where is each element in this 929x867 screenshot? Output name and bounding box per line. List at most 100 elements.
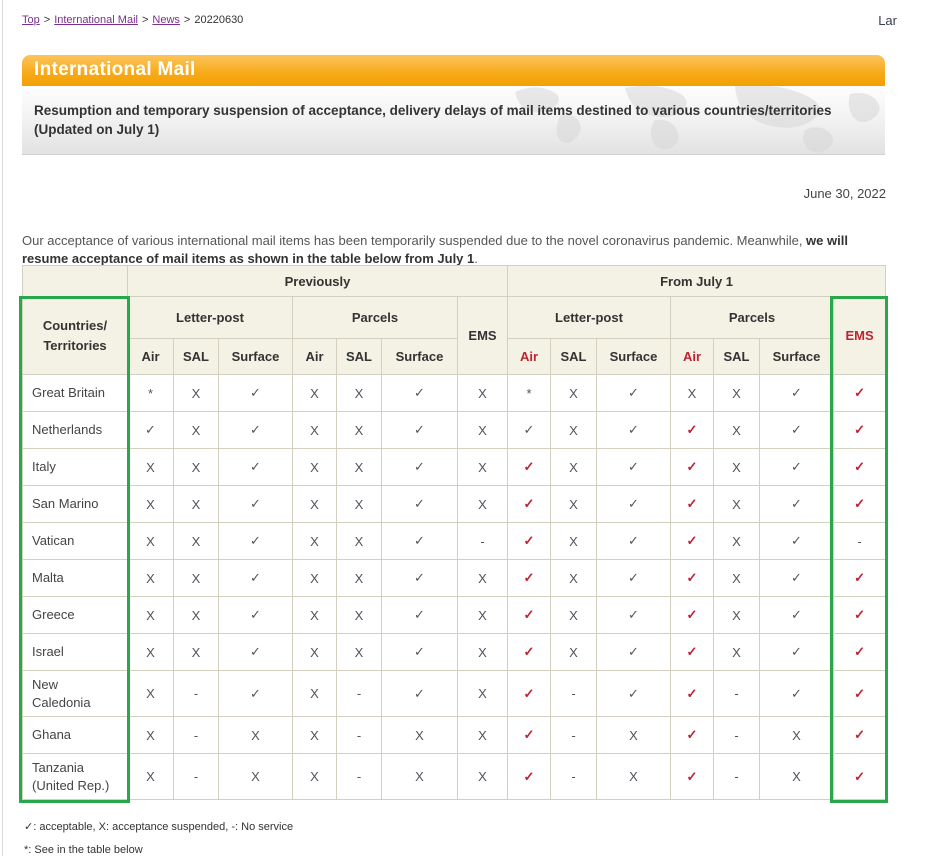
- status-cell: X: [458, 717, 508, 754]
- header-july-p-sal: SAL: [714, 339, 760, 375]
- header-prev-p-air: Air: [293, 339, 337, 375]
- header-july-letter-post: Letter-post: [508, 297, 671, 339]
- status-cell: ✓: [219, 486, 293, 523]
- text-size-control[interactable]: Lar: [878, 13, 897, 28]
- status-cell: X: [714, 634, 760, 671]
- status-cell: X: [174, 412, 219, 449]
- status-cell: ✓: [834, 560, 886, 597]
- country-name: Italy: [23, 449, 128, 486]
- status-cell: X: [458, 634, 508, 671]
- status-cell: ✓: [834, 754, 886, 800]
- status-cell: ✓: [834, 634, 886, 671]
- breadcrumb: Top>International Mail>News>20220630: [22, 14, 243, 26]
- header-july-ems: EMS: [834, 297, 886, 375]
- status-cell: X: [671, 375, 714, 412]
- header-previously: Previously: [128, 266, 508, 297]
- status-cell: ✓: [219, 449, 293, 486]
- header-row-groups: Previously From July 1: [23, 266, 886, 297]
- header-prev-lp-surface: Surface: [219, 339, 293, 375]
- status-cell: ✓: [597, 449, 671, 486]
- status-cell: ✓: [671, 717, 714, 754]
- status-cell: X: [337, 634, 382, 671]
- status-cell: ✓: [508, 671, 551, 717]
- article-title: Resumption and temporary suspension of a…: [22, 86, 885, 140]
- status-cell: X: [714, 412, 760, 449]
- status-cell: X: [458, 412, 508, 449]
- status-cell: ✓: [671, 449, 714, 486]
- status-cell: ✓: [382, 597, 458, 634]
- status-cell: ✓: [834, 486, 886, 523]
- status-cell: -: [174, 717, 219, 754]
- status-cell: X: [337, 412, 382, 449]
- status-cell: X: [174, 523, 219, 560]
- country-name: San Marino: [23, 486, 128, 523]
- status-cell: ✓: [219, 412, 293, 449]
- legend-symbols: ✓: acceptable, X: acceptance suspended, …: [24, 820, 293, 833]
- breadcrumb-link-top[interactable]: Top: [22, 14, 40, 26]
- status-cell: -: [337, 717, 382, 754]
- intro-paragraph: Our acceptance of various international …: [22, 232, 888, 268]
- status-cell: ✓: [597, 671, 671, 717]
- status-cell: ✓: [508, 597, 551, 634]
- status-cell: ✓: [671, 523, 714, 560]
- table-body: Great Britain*X✓XX✓X*X✓XX✓✓Netherlands✓X…: [23, 375, 886, 800]
- country-name: Israel: [23, 634, 128, 671]
- status-cell: X: [458, 597, 508, 634]
- status-cell: X: [174, 634, 219, 671]
- status-cell: X: [337, 486, 382, 523]
- status-cell: X: [714, 523, 760, 560]
- status-cell: X: [597, 717, 671, 754]
- status-cell: ✓: [508, 754, 551, 800]
- status-cell: X: [293, 634, 337, 671]
- breadcrumb-link-international-mail[interactable]: International Mail: [54, 14, 138, 26]
- header-countries-territories: Countries/ Territories: [23, 297, 128, 375]
- header-july-lp-air: Air: [508, 339, 551, 375]
- status-cell: ✓: [382, 560, 458, 597]
- legend-asterisk: *: See in the table below: [24, 844, 293, 856]
- status-cell: ✓: [760, 634, 834, 671]
- status-cell: X: [174, 375, 219, 412]
- status-cell: ✓: [382, 449, 458, 486]
- status-cell: X: [382, 717, 458, 754]
- status-cell: -: [174, 671, 219, 717]
- status-cell: X: [597, 754, 671, 800]
- status-cell: X: [551, 560, 597, 597]
- status-cell: X: [293, 449, 337, 486]
- status-cell: *: [508, 375, 551, 412]
- status-cell: ✓: [760, 375, 834, 412]
- status-cell: X: [219, 717, 293, 754]
- status-cell: ✓: [834, 671, 886, 717]
- article-header: Resumption and temporary suspension of a…: [22, 86, 885, 155]
- header-july-lp-surface: Surface: [597, 339, 671, 375]
- header-prev-ems: EMS: [458, 297, 508, 375]
- header-corner-empty: [23, 266, 128, 297]
- header-prev-p-sal: SAL: [337, 339, 382, 375]
- status-cell: X: [458, 449, 508, 486]
- status-cell: -: [551, 671, 597, 717]
- status-cell: X: [337, 523, 382, 560]
- legend-notes: ✓: acceptable, X: acceptance suspended, …: [24, 820, 293, 867]
- mail-status-table-container: Previously From July 1 Countries/ Territ…: [22, 265, 885, 800]
- status-cell: ✓: [508, 412, 551, 449]
- header-prev-lp-sal: SAL: [174, 339, 219, 375]
- status-cell: -: [337, 754, 382, 800]
- section-banner: International Mail: [22, 55, 885, 86]
- breadcrumb-link-news[interactable]: News: [152, 14, 180, 26]
- status-cell: -: [551, 717, 597, 754]
- status-cell: X: [382, 754, 458, 800]
- status-cell: X: [128, 560, 174, 597]
- status-cell: X: [128, 597, 174, 634]
- status-cell: ✓: [219, 523, 293, 560]
- page-left-border: [2, 0, 3, 856]
- status-cell: ✓: [508, 717, 551, 754]
- status-cell: ✓: [382, 523, 458, 560]
- table-row: MaltaXX✓XX✓X✓X✓✓X✓✓: [23, 560, 886, 597]
- status-cell: X: [714, 597, 760, 634]
- status-cell: -: [551, 754, 597, 800]
- header-row-modes: Air SAL Surface Air SAL Surface Air SAL …: [23, 339, 886, 375]
- status-cell: -: [714, 717, 760, 754]
- status-cell: X: [128, 671, 174, 717]
- status-cell: ✓: [382, 486, 458, 523]
- header-prev-letter-post: Letter-post: [128, 297, 293, 339]
- status-cell: ✓: [671, 412, 714, 449]
